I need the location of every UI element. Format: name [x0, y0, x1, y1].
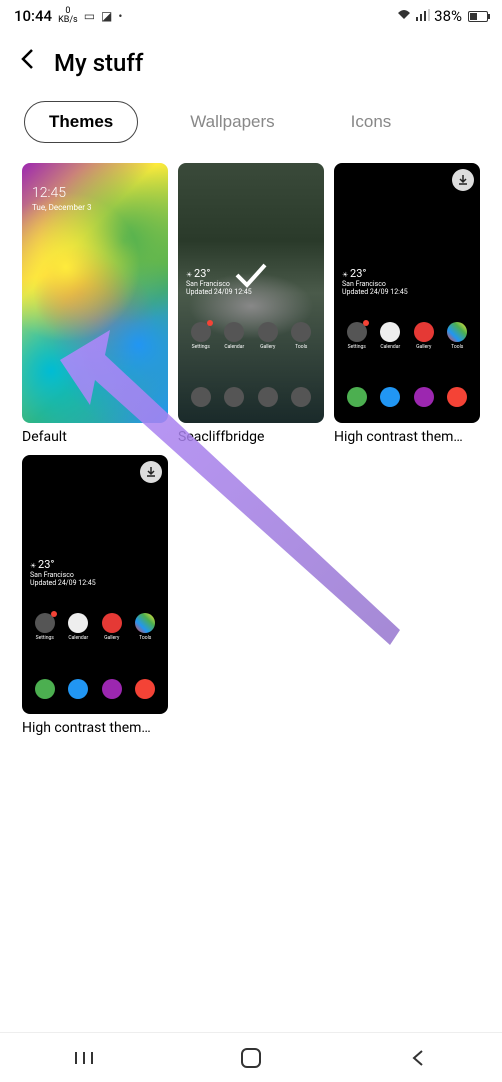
- page-title: My stuff: [54, 49, 143, 77]
- camera-icon: [291, 387, 311, 407]
- wifi-icon: [396, 9, 412, 24]
- phone-icon: [347, 387, 367, 407]
- battery-icon: [468, 11, 488, 22]
- settings-icon: [35, 613, 55, 633]
- tab-wallpapers[interactable]: Wallpapers: [166, 102, 298, 142]
- phone-icon: [191, 387, 211, 407]
- signal-icon: [416, 9, 430, 24]
- browser-icon: [102, 679, 122, 699]
- gallery-icon: [414, 322, 434, 342]
- theme-label: High contrast them…: [22, 720, 168, 736]
- theme-label: Default: [22, 429, 168, 445]
- dock-row: [334, 387, 480, 407]
- status-right: 38%: [396, 7, 488, 25]
- settings-icon: [191, 322, 211, 342]
- dock-row: [22, 679, 168, 699]
- theme-card-highcontrast-1[interactable]: ☀ 23° San Francisco Updated 24/09 12:45 …: [334, 163, 480, 445]
- camera-icon: [135, 679, 155, 699]
- tab-icons[interactable]: Icons: [327, 102, 416, 142]
- theme-thumbnail: ☀ 23° San Francisco Updated 24/09 12:45 …: [334, 163, 480, 423]
- messages-icon: [380, 387, 400, 407]
- notification-icon: ◪: [101, 9, 112, 23]
- theme-label: Seacliffbridge: [178, 429, 324, 445]
- status-time: 10:44: [14, 7, 52, 25]
- preview-date: Tue, December 3: [32, 203, 91, 212]
- tabs: Themes Wallpapers Icons: [0, 101, 502, 163]
- theme-card-default[interactable]: 12:45 Tue, December 3 Default: [22, 163, 168, 445]
- dot-icon: •: [118, 9, 122, 23]
- theme-thumbnail: ☀ 23° San Francisco Updated 24/09 12:45 …: [178, 163, 324, 423]
- tab-themes[interactable]: Themes: [24, 101, 138, 143]
- gallery-icon: [102, 613, 122, 633]
- status-bar: 10:44 0 KB/s ▭ ◪ • 38%: [0, 0, 502, 32]
- image-icon: ▭: [84, 9, 95, 23]
- theme-card-seacliff[interactable]: ☀ 23° San Francisco Updated 24/09 12:45 …: [178, 163, 324, 445]
- messages-icon: [224, 387, 244, 407]
- browser-icon: [258, 387, 278, 407]
- theme-grid: 12:45 Tue, December 3 Default ☀ 23° San …: [0, 163, 502, 736]
- app-icon-row: Settings Calendar Gallery Tools: [178, 322, 324, 350]
- app-icon-row: Settings Calendar Gallery Tools: [334, 322, 480, 350]
- gallery-icon: [258, 322, 278, 342]
- download-icon: [140, 461, 162, 483]
- browser-icon: [414, 387, 434, 407]
- phone-icon: [35, 679, 55, 699]
- network-speed: 0 KB/s: [58, 7, 78, 25]
- back-nav-button[interactable]: [406, 1046, 430, 1070]
- tools-icon: [291, 322, 311, 342]
- weather-widget: ☀ 23° San Francisco Updated 24/09 12:45: [342, 267, 408, 296]
- preview-time: 12:45: [32, 185, 66, 201]
- navigation-bar: [0, 1032, 502, 1082]
- weather-widget: ☀ 23° San Francisco Updated 24/09 12:45: [30, 558, 96, 587]
- battery-percent: 38%: [434, 7, 462, 25]
- home-button[interactable]: [239, 1046, 263, 1070]
- camera-icon: [447, 387, 467, 407]
- theme-label: High contrast them…: [334, 429, 480, 445]
- theme-thumbnail: ☀ 23° San Francisco Updated 24/09 12:45 …: [22, 455, 168, 715]
- selected-checkmark-icon: [233, 256, 269, 298]
- calendar-icon: [224, 322, 244, 342]
- back-button[interactable]: [20, 48, 34, 77]
- status-left: 10:44 0 KB/s ▭ ◪ •: [14, 7, 122, 25]
- theme-thumbnail: 12:45 Tue, December 3: [22, 163, 168, 423]
- download-icon: [452, 169, 474, 191]
- calendar-icon: [380, 322, 400, 342]
- app-icon-row: Settings Calendar Gallery Tools: [22, 613, 168, 641]
- dock-row: [178, 387, 324, 407]
- messages-icon: [68, 679, 88, 699]
- theme-card-highcontrast-2[interactable]: ☀ 23° San Francisco Updated 24/09 12:45 …: [22, 455, 168, 737]
- header: My stuff: [0, 32, 502, 101]
- calendar-icon: [68, 613, 88, 633]
- settings-icon: [347, 322, 367, 342]
- tools-icon: [135, 613, 155, 633]
- tools-icon: [447, 322, 467, 342]
- recent-apps-button[interactable]: [72, 1046, 96, 1070]
